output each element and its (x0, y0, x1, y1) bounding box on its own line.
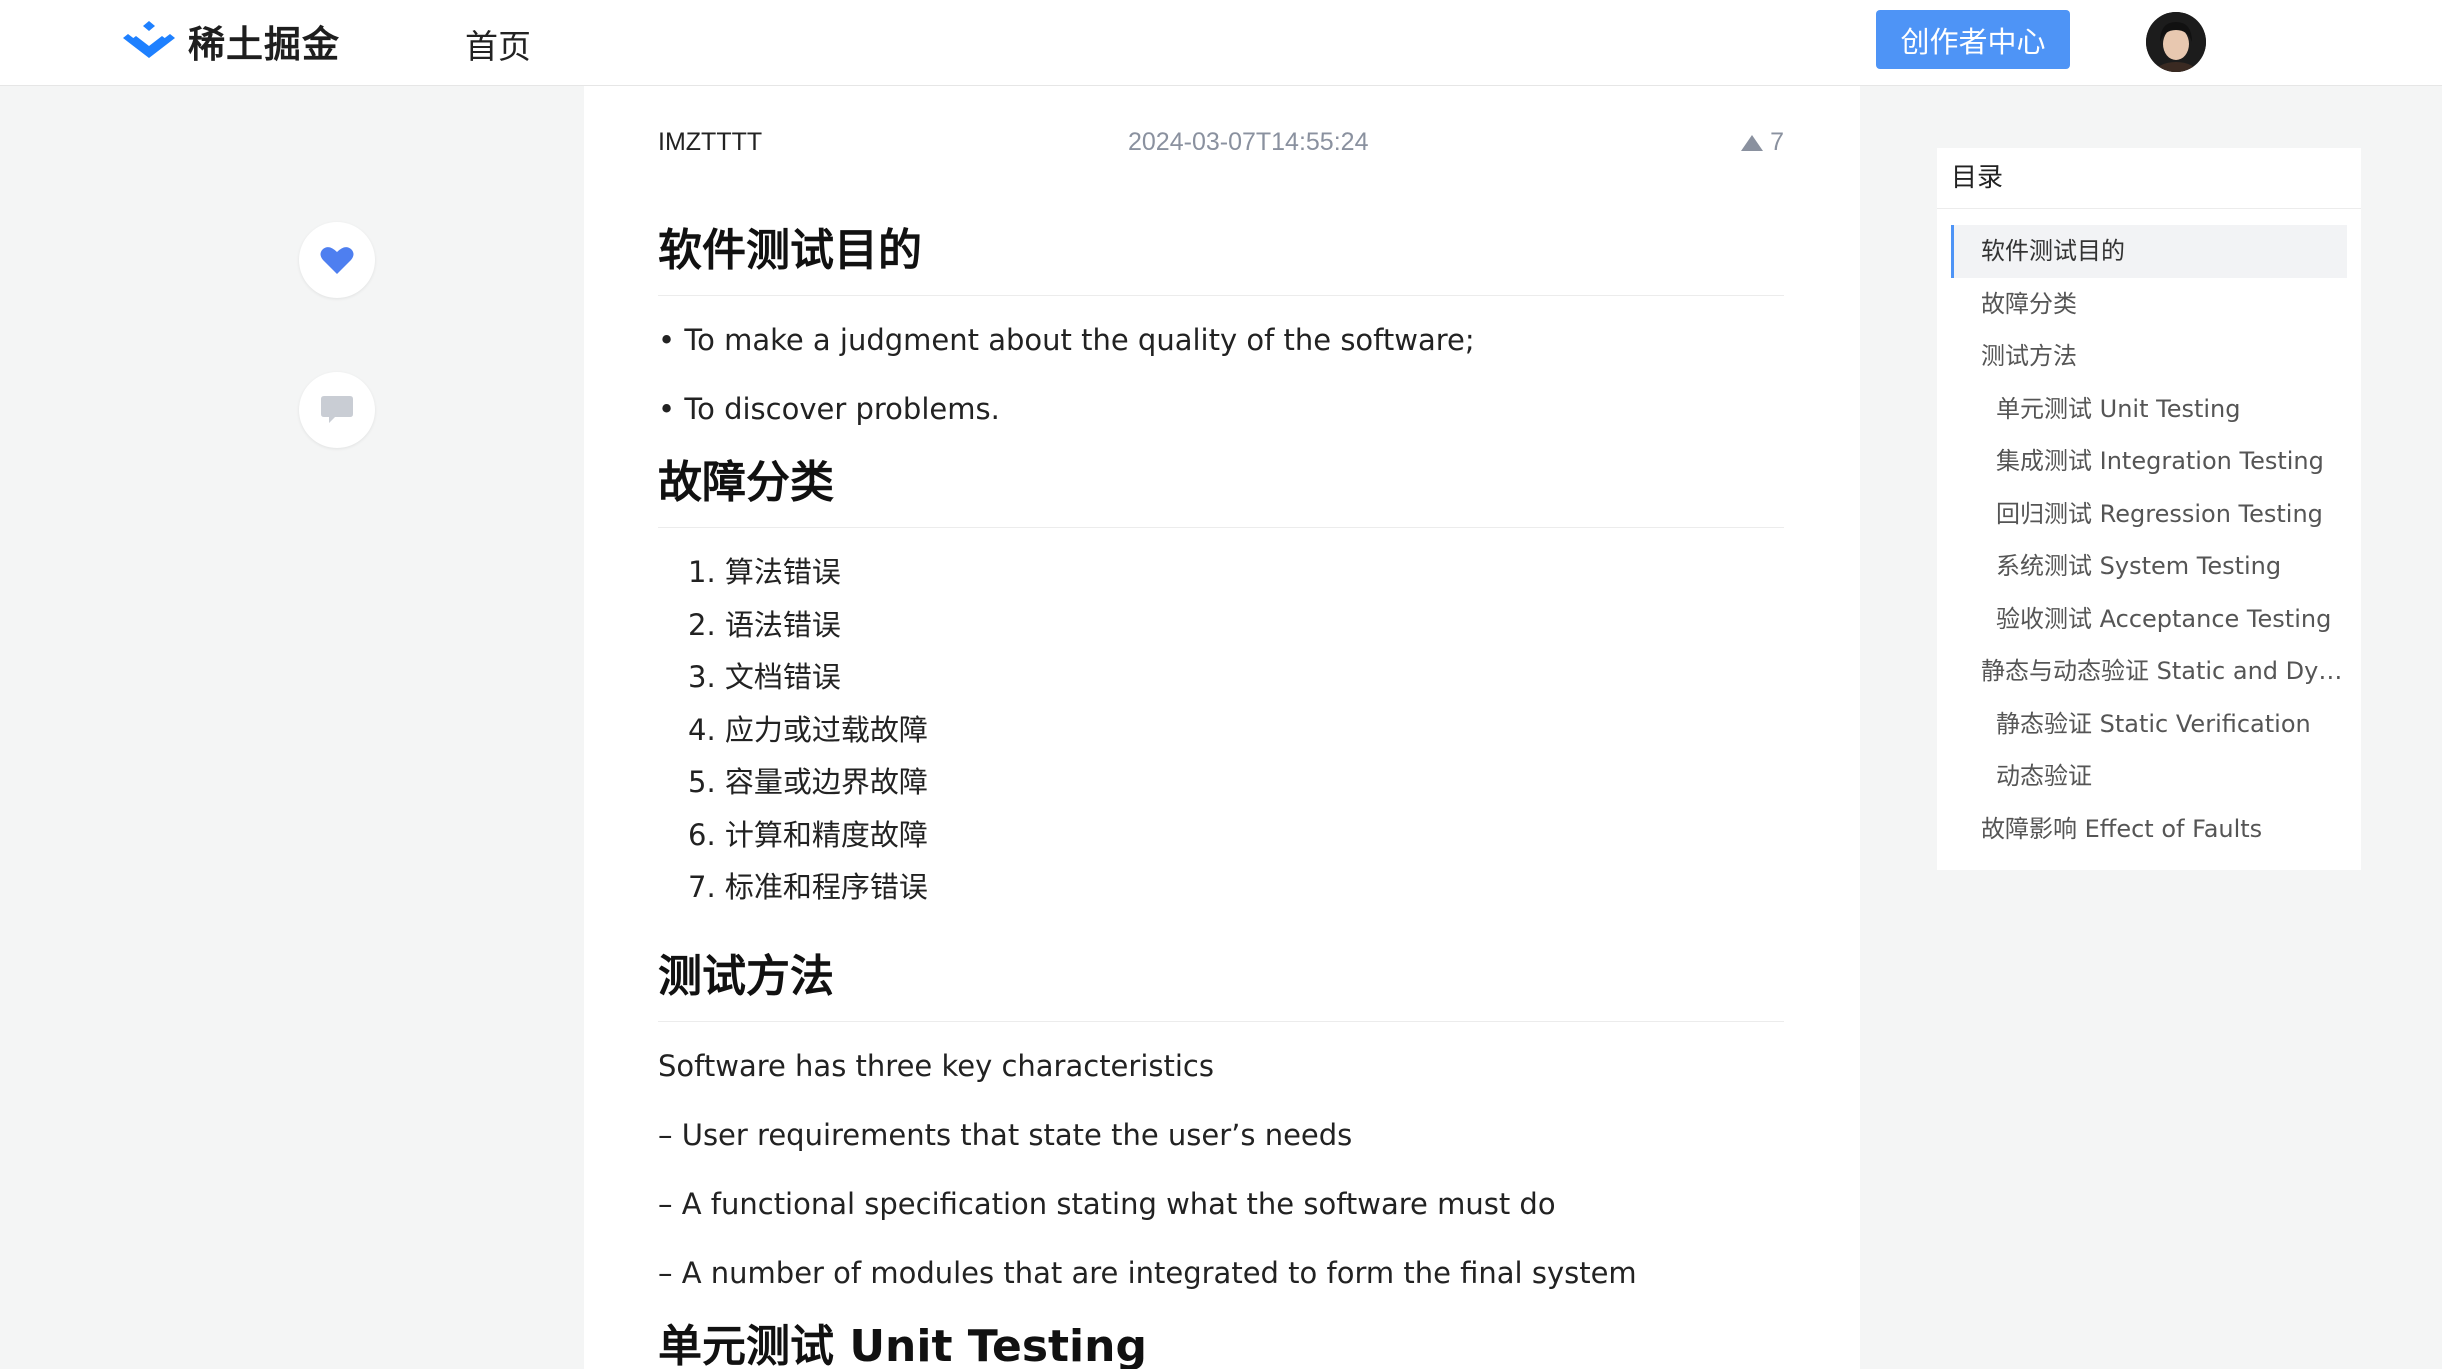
fault-list: 1. 算法错误 2. 语法错误 3. 文档错误 4. 应力或过载故障 5. 容量… (658, 552, 1784, 920)
toc-item-unit-testing[interactable]: 单元测试 Unit Testing (1951, 383, 2347, 436)
toc-item-system-testing[interactable]: 系统测试 System Testing (1951, 540, 2347, 593)
upvote-triangle-icon (1741, 134, 1764, 151)
toc-list: 软件测试目的 故障分类 测试方法 单元测试 Unit Testing 集成测试 … (1937, 209, 2361, 855)
publish-date: 2024-03-07T14:55:24 (1128, 128, 1369, 156)
nav-home-link[interactable]: 首页 (465, 20, 531, 68)
list-item: 4. 应力或过载故障 (688, 712, 928, 747)
toc-title: 目录 (1937, 148, 2361, 209)
site-logo[interactable]: 稀土掘金 (122, 16, 340, 66)
toc-item-methods[interactable]: 测试方法 (1951, 330, 2347, 383)
article-content: 软件测试目的 • To make a judgment about the qu… (658, 226, 1784, 1369)
paragraph: • To discover problems. (658, 392, 1000, 426)
toc-item-faults[interactable]: 故障分类 (1951, 278, 2347, 331)
juejin-logo-icon (123, 21, 175, 58)
heading-methods: 测试方法 (658, 951, 1784, 1022)
comment-button[interactable] (299, 372, 375, 448)
toc-item-static-verification[interactable]: 静态验证 Static Verification (1951, 698, 2347, 751)
toc-item-dynamic-verification[interactable]: 动态验证 (1951, 750, 2347, 803)
user-avatar[interactable] (2146, 12, 2206, 72)
like-button[interactable] (299, 222, 375, 298)
list-item: 1. 算法错误 (688, 555, 841, 589)
table-of-contents: 目录 软件测试目的 故障分类 测试方法 单元测试 Unit Testing 集成… (1937, 148, 2361, 870)
toc-item-integration-testing[interactable]: 集成测试 Integration Testing (1951, 435, 2347, 488)
list-item: 6. 计算和精度故障 (688, 817, 928, 852)
heading-purpose: 软件测试目的 (658, 226, 1784, 296)
paragraph: – A functional specification stating wha… (658, 1186, 1556, 1221)
heading-unit-testing: 单元测试 Unit Testing (658, 1321, 1784, 1369)
author-name[interactable]: IMZTTTT (658, 128, 762, 157)
article-meta: IMZTTTT 2024-03-07T14:55:24 7 (658, 126, 1784, 166)
list-item: 3. 文档错误 (688, 660, 841, 694)
upvote-number: 7 (1770, 128, 1784, 156)
heart-icon (320, 247, 354, 274)
avatar-image (2146, 12, 2206, 72)
list-item: 7. 标准和程序错误 (688, 870, 928, 904)
creator-center-button[interactable]: 创作者中心 (1876, 10, 2070, 69)
article-panel: IMZTTTT 2024-03-07T14:55:24 7 软件测试目的 • T… (584, 86, 1860, 1369)
list-item: 2. 语法错误 (688, 607, 841, 642)
upvote-count[interactable]: 7 (1740, 128, 1784, 157)
toc-item-purpose[interactable]: 软件测试目的 (1951, 225, 2347, 278)
comment-icon (321, 396, 353, 423)
logo-text: 稀土掘金 (188, 23, 340, 66)
toc-item-static-dynamic[interactable]: 静态与动态验证 Static and Dyn... (1951, 645, 2347, 698)
heading-faults: 故障分类 (658, 458, 1784, 528)
paragraph: – A number of modules that are integrate… (658, 1255, 1637, 1290)
paragraph: Software has three key characteristics (658, 1048, 1214, 1083)
toc-item-regression-testing[interactable]: 回归测试 Regression Testing (1951, 488, 2347, 541)
toc-item-acceptance-testing[interactable]: 验收测试 Acceptance Testing (1951, 593, 2347, 646)
top-header: 稀土掘金 首页 创作者中心 (0, 0, 2442, 86)
toc-item-effect-of-faults[interactable]: 故障影响 Effect of Faults (1951, 803, 2347, 856)
list-item: 5. 容量或边界故障 (688, 765, 928, 799)
paragraph: – User requirements that state the user’… (658, 1117, 1353, 1152)
paragraph: • To make a judgment about the quality o… (658, 323, 1475, 357)
